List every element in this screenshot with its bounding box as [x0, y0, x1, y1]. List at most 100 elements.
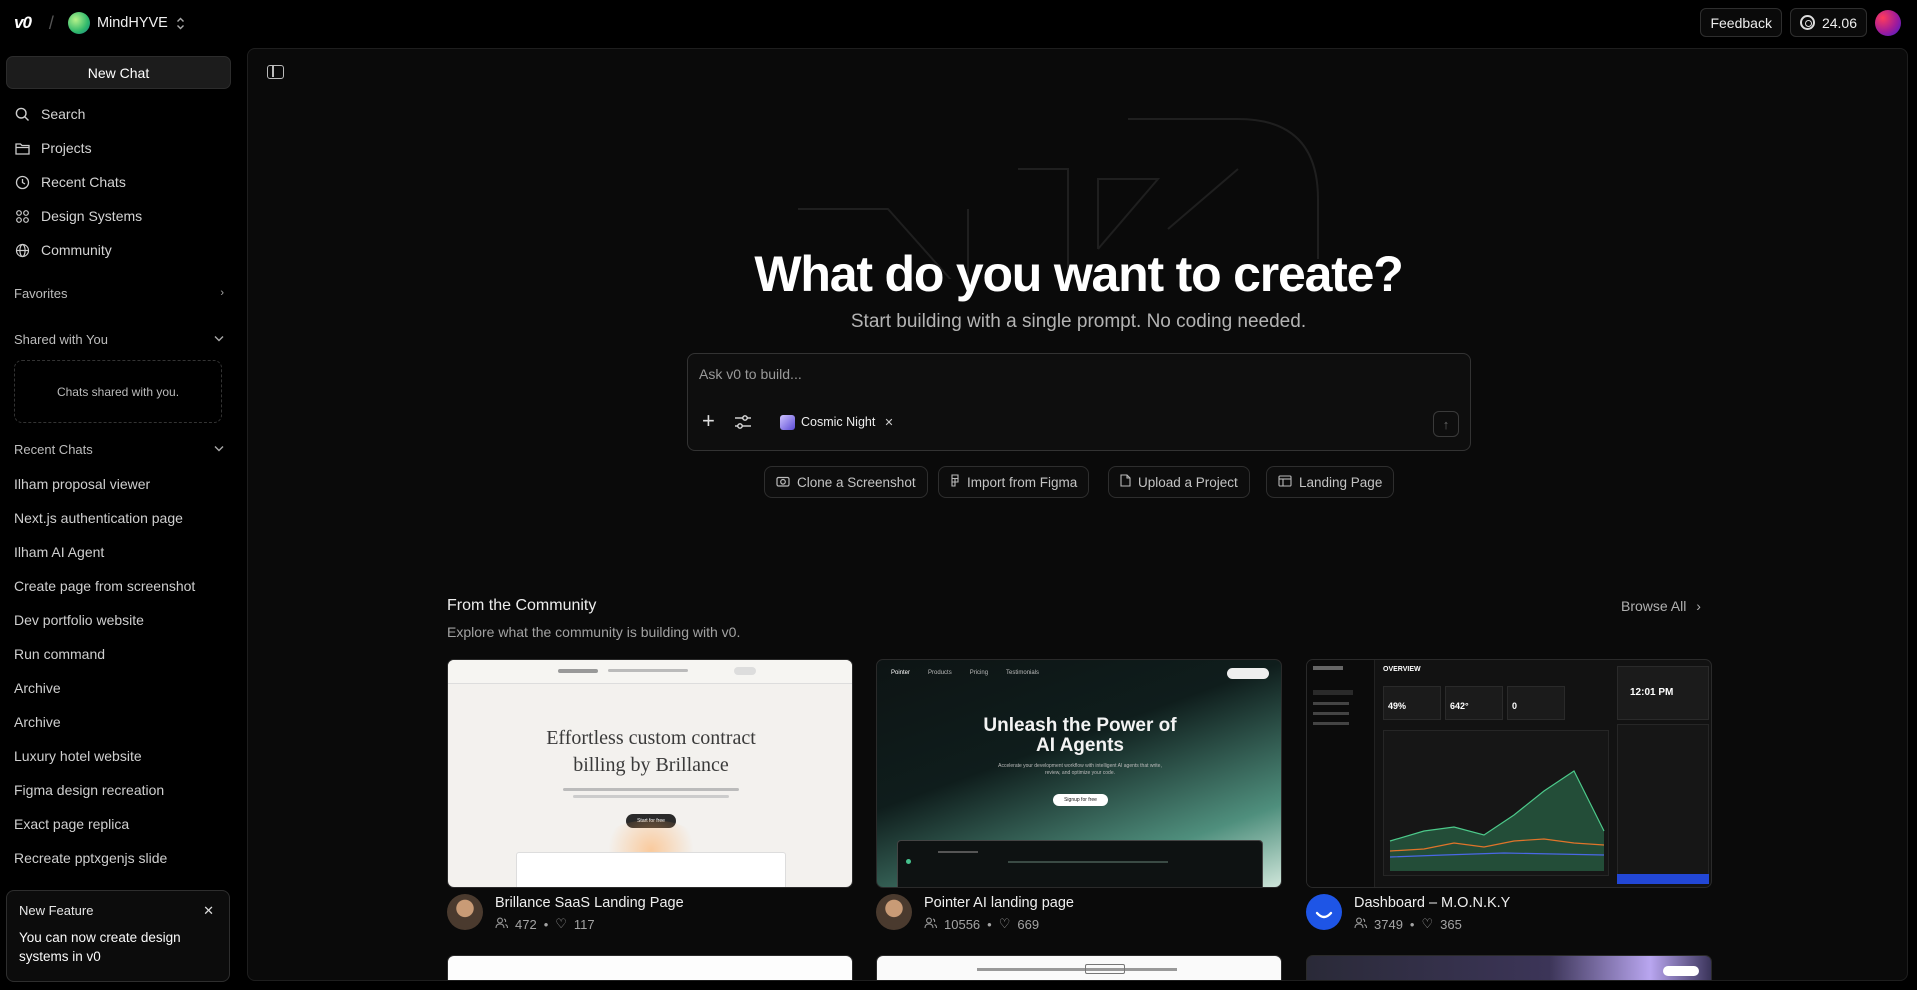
community-card[interactable]: OVERVIEW 49% 642° 0 12:01 PM Dashboard –… — [1306, 659, 1712, 942]
hero-subtitle: Start building with a single prompt. No … — [850, 311, 1307, 332]
stat-separator: • — [543, 916, 549, 932]
recent-chat-item[interactable]: Ilham proposal viewer — [14, 476, 210, 498]
feedback-button[interactable]: Feedback — [1700, 8, 1782, 37]
prompt-box: + Cosmic Night ✕ ↑ — [687, 353, 1471, 451]
plus-icon[interactable]: + — [702, 410, 715, 432]
landing-page-button[interactable]: Landing Page — [1266, 466, 1395, 498]
send-button[interactable]: ↑ — [1433, 411, 1459, 437]
sidebar-toggle-icon[interactable] — [267, 65, 284, 79]
heart-icon[interactable]: ♡ — [555, 916, 567, 932]
sidebar-item-design-systems[interactable]: Design Systems — [14, 204, 142, 228]
favorites-label: Favorites — [14, 285, 68, 301]
community-card-partial[interactable] — [876, 955, 1282, 980]
recent-chat-item[interactable]: Run command — [14, 646, 210, 668]
close-icon[interactable]: ✕ — [203, 903, 214, 919]
stat-separator: • — [1409, 916, 1415, 932]
community-card[interactable]: Effortless custom contract billing by Br… — [447, 659, 853, 942]
community-card-partial[interactable] — [1306, 955, 1712, 980]
quick-action-label: Landing Page — [1299, 474, 1383, 490]
recent-chat-item[interactable]: Luxury hotel website — [14, 748, 210, 770]
theme-chip[interactable]: Cosmic Night ✕ — [780, 413, 894, 431]
heart-icon[interactable]: ♡ — [1421, 916, 1433, 932]
thumb-heading: Effortless custom contract billing by Br… — [546, 727, 756, 776]
sidebar: New Chat Search Projects Recent Chats De… — [0, 46, 238, 990]
sidebar-item-label: Recent Chats — [41, 174, 126, 190]
users-icon — [924, 917, 938, 932]
v0-logo[interactable]: v0 — [14, 13, 32, 33]
recent-chats-label: Recent Chats — [14, 441, 93, 457]
hero-title: What do you want to create? — [754, 246, 1403, 302]
main-panel: What do you want to create? Start buildi… — [247, 48, 1908, 981]
workspace-name: MindHYVE — [96, 15, 168, 31]
thumb-nav-item: Pointer — [891, 670, 911, 676]
smile-logo-icon — [1315, 911, 1333, 919]
heart-icon[interactable]: ♡ — [999, 916, 1011, 932]
author-avatar[interactable] — [876, 894, 912, 930]
shared-label: Shared with You — [14, 331, 108, 347]
recent-chat-item[interactable]: Create page from screenshot — [14, 578, 210, 600]
thumb-cta: Signup for free — [1053, 794, 1108, 806]
recent-chat-item[interactable]: Recreate pptxgenjs slide — [14, 850, 210, 872]
shared-empty-state: Chats shared with you. — [14, 360, 222, 423]
card-likes: 117 — [573, 916, 595, 932]
quick-action-label: Clone a Screenshot — [797, 474, 916, 490]
recent-chats-header[interactable]: Recent Chats — [14, 438, 224, 460]
clone-screenshot-button[interactable]: Clone a Screenshot — [764, 466, 928, 498]
figma-icon — [950, 474, 960, 490]
layout-icon — [1278, 474, 1292, 490]
quick-action-label: Upload a Project — [1138, 474, 1238, 490]
credits-value: 24.06 — [1821, 14, 1857, 31]
thumb-clock: 12:01 PM — [1617, 666, 1709, 720]
thumb-header: OVERVIEW — [1383, 666, 1421, 673]
browse-all-label: Browse All — [1621, 598, 1687, 614]
recent-chat-item[interactable]: Dev portfolio website — [14, 612, 210, 634]
users-icon — [495, 917, 509, 932]
card-stats: 472 • ♡ 117 — [495, 916, 595, 932]
author-avatar[interactable] — [1306, 894, 1342, 930]
community-card-partial[interactable] — [447, 955, 853, 980]
breadcrumb-separator: / — [48, 12, 54, 33]
user-avatar[interactable] — [1875, 9, 1901, 36]
community-card[interactable]: Pointer Products Pricing Testimonials Un… — [876, 659, 1282, 942]
workspace-switcher[interactable]: MindHYVE — [67, 12, 185, 34]
chevron-down-icon — [214, 443, 224, 455]
thumb-nav-item: Products — [928, 670, 952, 676]
sidebar-item-label: Projects — [41, 140, 92, 156]
browse-all-link[interactable]: Browse All › — [1621, 598, 1701, 614]
sidebar-item-projects[interactable]: Projects — [14, 136, 92, 160]
recent-chat-item[interactable]: Figma design recreation — [14, 782, 210, 804]
recent-chat-item[interactable]: Next.js authentication page — [14, 510, 210, 532]
stat-separator: • — [987, 916, 992, 932]
sidebar-item-search[interactable]: Search — [14, 102, 85, 126]
recent-chat-item[interactable]: Exact page replica — [14, 816, 210, 838]
recent-chat-item[interactable]: Archive — [14, 680, 210, 702]
thumb-nav-item: Testimonials — [1006, 670, 1040, 676]
credits-button[interactable]: 24.06 — [1789, 8, 1867, 37]
thumb-navbar: Pointer Products Pricing Testimonials — [891, 670, 1039, 676]
favorites-header[interactable]: Favorites › — [14, 282, 224, 304]
author-avatar[interactable] — [447, 894, 483, 930]
recent-chat-item[interactable]: Archive — [14, 714, 210, 736]
card-thumbnail: Pointer Products Pricing Testimonials Un… — [876, 659, 1282, 888]
card-title: Pointer AI landing page — [924, 895, 1074, 911]
settings-sliders-icon[interactable] — [734, 414, 752, 430]
camera-icon — [776, 475, 790, 490]
thumb-subtitle: Accelerate your development workflow wit… — [998, 763, 1162, 776]
recent-chat-item[interactable]: Ilham AI Agent — [14, 544, 210, 566]
upload-project-button[interactable]: Upload a Project — [1108, 466, 1250, 498]
feature-body: You can now create design systems in v0 — [19, 930, 181, 964]
chevron-down-icon — [214, 333, 224, 345]
chevron-up-down-icon — [176, 17, 185, 30]
new-chat-button[interactable]: New Chat — [6, 56, 231, 89]
arrow-up-icon: ↑ — [1442, 416, 1450, 432]
workspace-avatar — [67, 12, 90, 34]
shared-header[interactable]: Shared with You — [14, 328, 224, 350]
sidebar-item-community[interactable]: Community — [14, 238, 112, 262]
sidebar-item-recent-chats[interactable]: Recent Chats — [14, 170, 126, 194]
prompt-input[interactable] — [699, 363, 1399, 385]
import-figma-button[interactable]: Import from Figma — [938, 466, 1090, 498]
thumb-nav-item: Pricing — [969, 670, 989, 676]
remove-chip-icon[interactable]: ✕ — [884, 416, 893, 429]
card-stats: 10556 • ♡ 669 — [924, 916, 1039, 932]
theme-swatch — [780, 414, 795, 430]
